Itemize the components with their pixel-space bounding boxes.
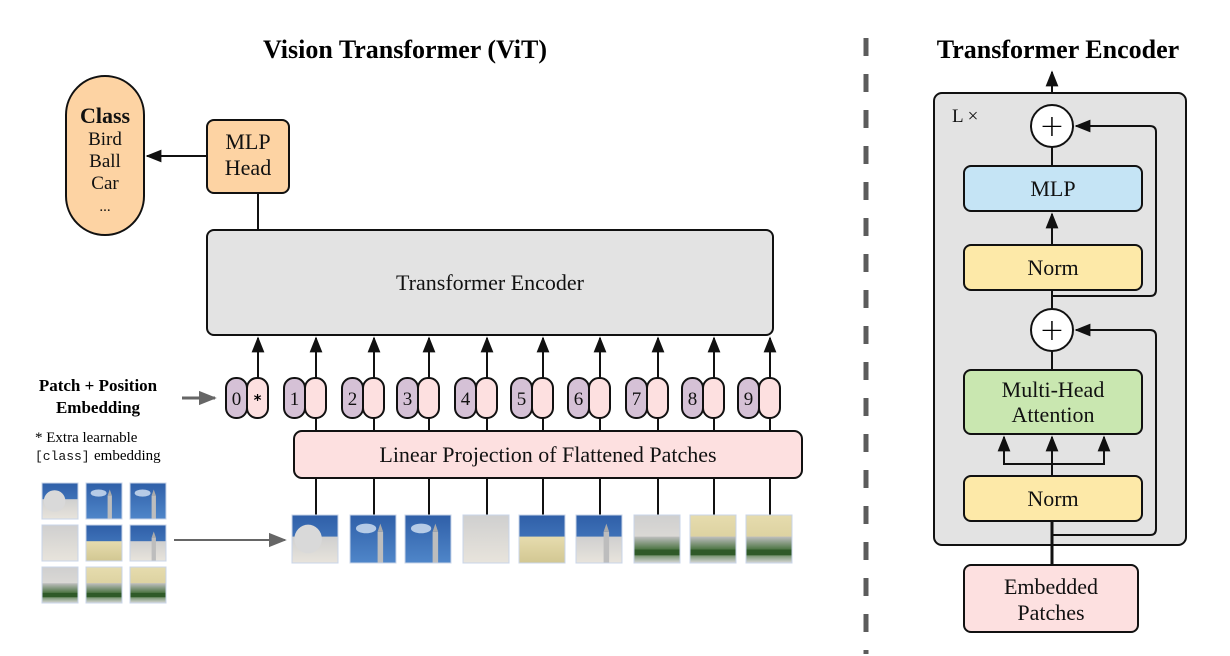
position-number: 6	[574, 389, 584, 410]
add-symbol-bottom: +	[1039, 313, 1064, 348]
footnote-class-token: [class]	[35, 449, 90, 464]
token-pair-8: 8	[681, 336, 725, 431]
grid-tile-9	[129, 566, 167, 604]
attention-line2: Attention	[1011, 402, 1094, 427]
token-pair-7: 7	[625, 336, 669, 431]
patch-embedding	[417, 377, 440, 419]
class-heading: Class	[80, 103, 131, 128]
class-item-bird: Bird	[88, 129, 122, 150]
footnote-line1: * Extra learnable	[35, 430, 138, 446]
patch-embedding	[702, 377, 725, 419]
patch-image-4	[462, 514, 510, 564]
encoder-norm-top-label: Norm	[1027, 255, 1078, 280]
position-number: 9	[744, 389, 754, 410]
grid-tile-4	[41, 524, 79, 562]
patch-embedding	[588, 377, 611, 419]
attention-line1: Multi-Head	[1002, 377, 1105, 402]
patch-image-7	[633, 514, 681, 564]
patch-image-8	[689, 514, 737, 564]
position-number: 3	[403, 389, 413, 410]
embedded-patches-line1: Embedded	[1004, 574, 1098, 599]
grid-tile-2	[85, 482, 123, 520]
patch-image-2	[349, 514, 397, 564]
embedding-label-line1: Patch + Position	[39, 376, 158, 395]
encoder-detail-title: Transformer Encoder	[937, 35, 1179, 64]
grid-tile-1	[41, 482, 79, 520]
position-number: 1	[290, 389, 300, 410]
patch-embedding	[646, 377, 669, 419]
add-node-bottom: +	[1030, 308, 1074, 352]
token-pair-9: 9	[737, 336, 781, 431]
input-image-grid	[41, 482, 167, 604]
footnote-line2: embedding	[94, 448, 161, 464]
class-output-box: Class Bird Ball Car ...	[65, 75, 145, 236]
patch-embedding	[304, 377, 327, 419]
mlp-head-line2: Head	[225, 155, 271, 180]
position-number: 5	[517, 389, 527, 410]
embedding-label-line2: Embedding	[56, 398, 141, 417]
token-pair-1: 1	[283, 336, 327, 431]
mlp-head-box: MLP Head	[206, 119, 290, 194]
class-item-ball: Ball	[89, 151, 121, 172]
patch-embedding	[475, 377, 498, 419]
mlp-head-line1: MLP	[225, 129, 270, 154]
linear-projection-box: Linear Projection of Flattened Patches	[293, 430, 803, 479]
class-token-marker: *	[254, 391, 262, 409]
multi-head-attention-box: Multi-Head Attention	[963, 369, 1143, 435]
add-node-top: +	[1030, 104, 1074, 148]
position-number: 4	[461, 389, 471, 410]
class-item-more: ...	[99, 199, 110, 215]
encoder-mlp-label: MLP	[1030, 176, 1075, 201]
token-pair-6: 6	[567, 336, 611, 431]
token-pair-2: 2	[341, 336, 385, 431]
patch-embedding	[362, 377, 385, 419]
embedded-patches-box: Embedded Patches	[963, 564, 1139, 633]
grid-tile-3	[129, 482, 167, 520]
encoder-norm-bottom-box: Norm	[963, 475, 1143, 522]
vit-diagram: Vision Transformer (ViT) Class Bird Ball…	[35, 35, 1187, 654]
patch-image-3	[404, 514, 452, 564]
token-pair-4: 4	[454, 336, 498, 431]
patch-embedding	[531, 377, 554, 419]
patch-image-5	[518, 514, 566, 564]
patch-embedding	[758, 377, 781, 419]
position-number: 7	[632, 389, 642, 410]
embedded-patches-line2: Patches	[1017, 600, 1084, 625]
patch-image-9	[745, 514, 793, 564]
add-symbol-top: +	[1039, 109, 1064, 144]
token-pair-3: 3	[396, 336, 440, 431]
position-number: 2	[348, 389, 358, 410]
grid-tile-6	[129, 524, 167, 562]
token-pair-5: 5	[510, 336, 554, 431]
patch-image-6	[575, 514, 623, 564]
class-item-car: Car	[91, 173, 119, 194]
transformer-encoder-label: Transformer Encoder	[396, 270, 585, 295]
flattened-patches	[291, 478, 793, 564]
encoder-norm-bottom-label: Norm	[1027, 486, 1078, 511]
patch-image-1	[291, 514, 339, 564]
transformer-encoder-box: Transformer Encoder	[206, 229, 774, 336]
encoder-norm-top-box: Norm	[963, 244, 1143, 291]
token-pair-0: 0 *	[225, 336, 269, 419]
vit-title: Vision Transformer (ViT)	[263, 35, 547, 64]
position-number: 0	[232, 389, 242, 410]
grid-tile-8	[85, 566, 123, 604]
repeat-label: L ×	[952, 106, 978, 127]
grid-tile-5	[85, 524, 123, 562]
linear-projection-label: Linear Projection of Flattened Patches	[379, 442, 716, 467]
encoder-mlp-box: MLP	[963, 165, 1143, 212]
position-number: 8	[688, 389, 698, 410]
grid-tile-7	[41, 566, 79, 604]
token-embeddings: 0 * 1 2 3 4 5 6 7 8 9	[225, 336, 781, 431]
